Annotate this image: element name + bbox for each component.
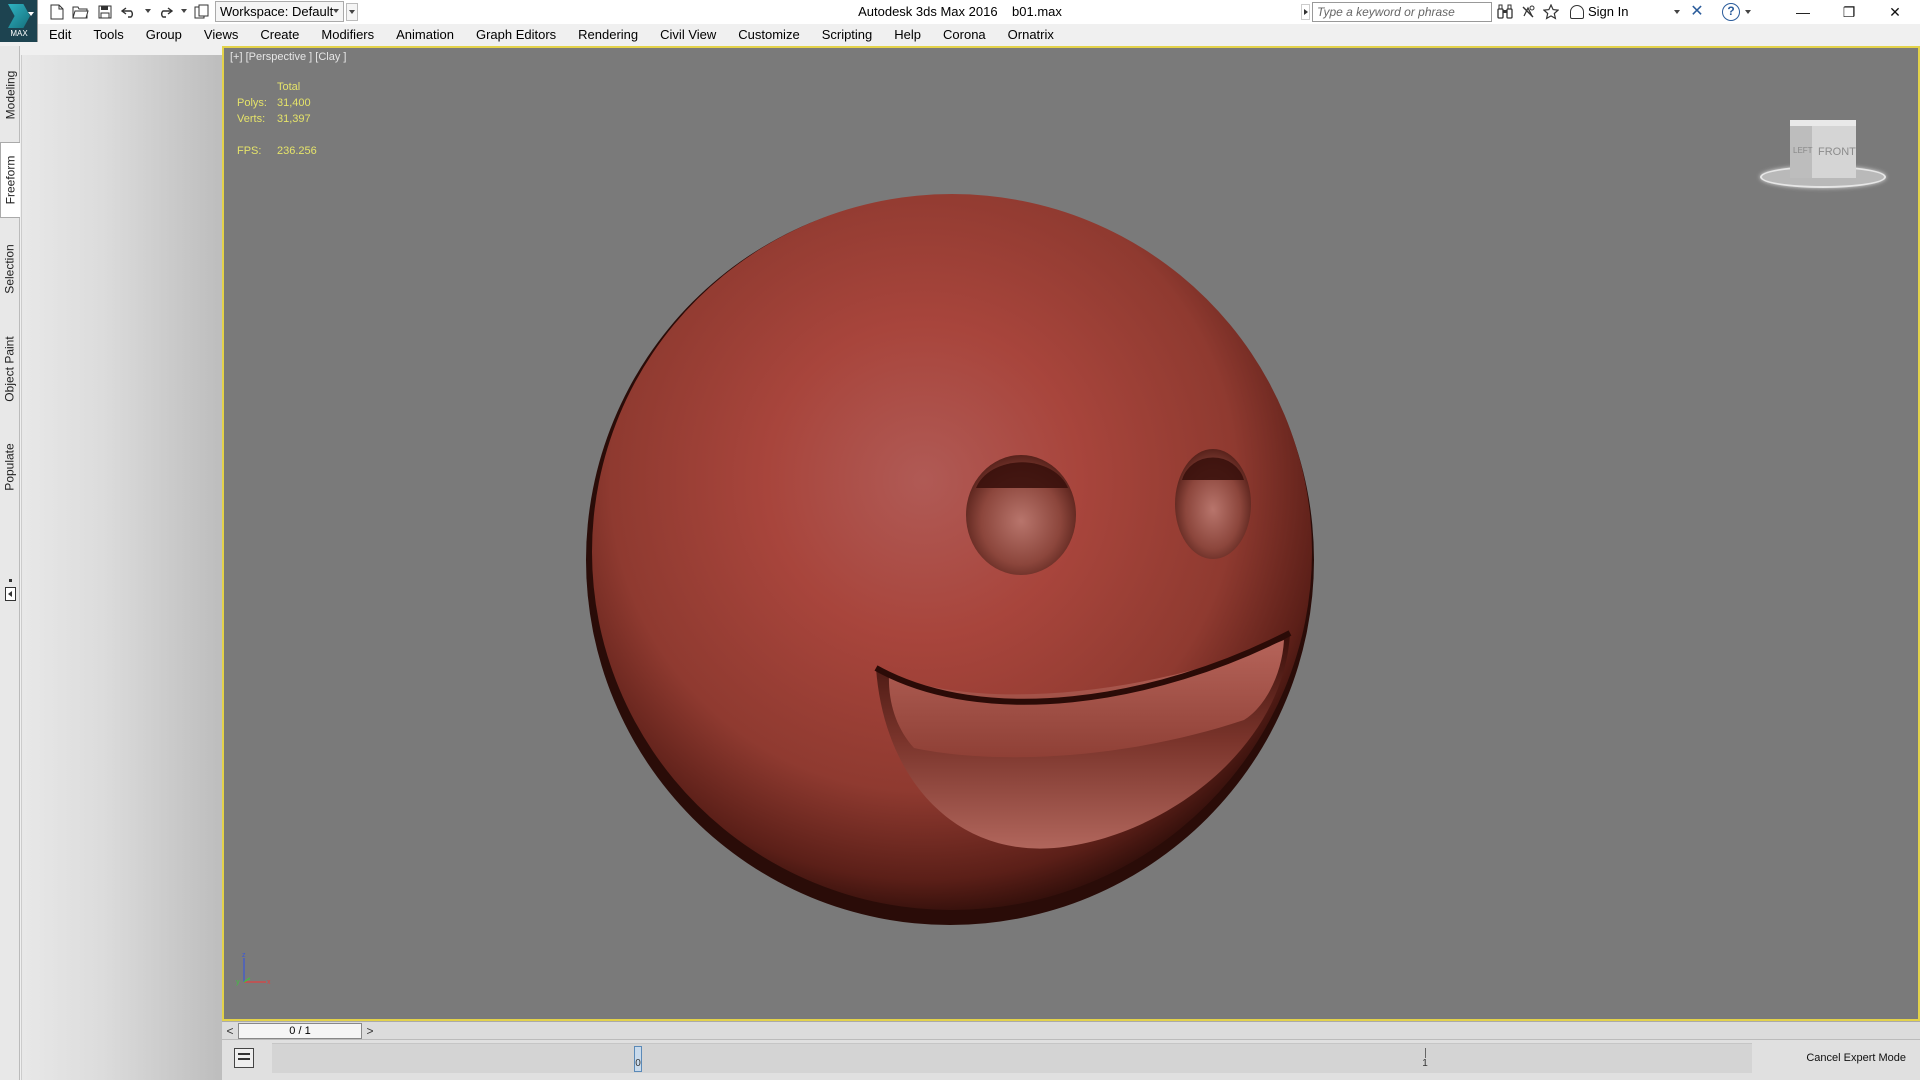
undo-dropdown-icon[interactable]: [145, 9, 151, 13]
binoculars-icon[interactable]: [1495, 2, 1515, 22]
user-icon: [1570, 4, 1584, 19]
project-icon[interactable]: [193, 3, 211, 21]
menu-corona[interactable]: Corona: [932, 24, 997, 46]
menu-graph-editors[interactable]: Graph Editors: [465, 24, 567, 46]
stats-fps-value: 236.256: [277, 145, 317, 157]
redo-dropdown-icon[interactable]: [181, 9, 187, 13]
menu-views[interactable]: Views: [193, 24, 249, 46]
chevron-down-icon[interactable]: [1745, 10, 1751, 14]
stats-polys-label: Polys:: [237, 97, 267, 109]
undo-icon[interactable]: [120, 3, 138, 21]
stats-polys-value: 31,400: [277, 97, 311, 109]
open-file-icon[interactable]: [71, 3, 89, 21]
time-slider[interactable]: < 0 / 1 >: [222, 1021, 1920, 1039]
tab-freeform[interactable]: Freeform: [0, 142, 20, 218]
tab-selection[interactable]: Selection: [0, 234, 20, 304]
menu-modifiers[interactable]: Modifiers: [310, 24, 385, 46]
menu-create[interactable]: Create: [249, 24, 310, 46]
stats-fps-label: FPS:: [237, 145, 262, 157]
chevron-down-icon: [333, 9, 339, 13]
track-tick-mark: [1425, 1048, 1426, 1058]
view-cube-front-label: FRONT: [1818, 146, 1856, 158]
redo-icon[interactable]: [156, 3, 174, 21]
chevron-down-icon[interactable]: [1674, 10, 1680, 14]
stats-total-header: Total: [277, 81, 301, 93]
mini-curve-editor-icon[interactable]: [234, 1048, 254, 1068]
track-tick-label-start: 0: [635, 1058, 641, 1069]
track-bar-timeline[interactable]: 0 1: [272, 1043, 1752, 1073]
smiley-model[interactable]: [224, 48, 1918, 1019]
axis-y-label: y: [236, 979, 240, 986]
tab-object-paint-label: Object Paint: [3, 336, 17, 402]
file-name: b01.max: [1012, 4, 1062, 19]
ribbon-expand-button[interactable]: [5, 579, 16, 603]
sign-in-label: Sign In: [1588, 4, 1629, 19]
ribbon-expand-icon: [5, 587, 16, 601]
star-icon[interactable]: [1541, 2, 1561, 22]
tab-populate[interactable]: Populate: [0, 432, 20, 502]
search-expand-button[interactable]: [1301, 4, 1310, 20]
ribbon-tab-strip: Modeling Freeform Selection Object Paint…: [0, 46, 20, 1080]
tab-modeling-label: Modeling: [3, 70, 18, 120]
tab-object-paint[interactable]: Object Paint: [0, 324, 20, 414]
app-logo-text: MAX: [10, 29, 28, 38]
menu-scripting[interactable]: Scripting: [811, 24, 884, 46]
workspace-menu-button[interactable]: [346, 3, 358, 21]
time-slider-thumb[interactable]: 0 / 1: [238, 1023, 362, 1039]
menu-customize[interactable]: Customize: [727, 24, 810, 46]
save-icon[interactable]: [96, 3, 114, 21]
menu-civil-view[interactable]: Civil View: [649, 24, 727, 46]
stats-verts-label: Verts:: [237, 113, 266, 125]
perspective-viewport[interactable]: [+] [Perspective ] [Clay ] Total Polys: …: [222, 46, 1920, 1021]
tab-populate-label: Populate: [3, 443, 17, 491]
tab-selection-label: Selection: [3, 244, 17, 294]
axis-tripod-icon: z x y: [236, 952, 271, 986]
new-file-icon[interactable]: [48, 3, 66, 21]
left-eye: [966, 455, 1076, 575]
window-title: Autodesk 3ds Max 2016 b01.max: [660, 4, 1260, 19]
autodesk-exchange-icon[interactable]: ✕: [1688, 3, 1706, 21]
app-logo-button[interactable]: MAX: [0, 0, 38, 42]
menu-help[interactable]: Help: [883, 24, 932, 46]
restore-button[interactable]: ❐: [1826, 0, 1872, 24]
menu-ornatrix[interactable]: Ornatrix: [997, 24, 1065, 46]
axis-z-label: z: [242, 952, 246, 959]
menu-rendering[interactable]: Rendering: [567, 24, 649, 46]
sign-in-button[interactable]: Sign In: [1570, 4, 1628, 19]
stats-verts-value: 31,397: [277, 113, 311, 125]
workspace-dropdown[interactable]: Workspace: Default: [215, 1, 344, 22]
menu-bar: Edit Tools Group Views Create Modifiers …: [38, 24, 1920, 46]
cancel-expert-mode-button[interactable]: Cancel Expert Mode: [1806, 1052, 1906, 1064]
axis-x-label: x: [267, 979, 271, 986]
time-slider-next-button[interactable]: >: [362, 1023, 378, 1039]
track-tick-label-end: 1: [1422, 1058, 1428, 1069]
tab-modeling[interactable]: Modeling: [0, 60, 20, 130]
close-button[interactable]: ✕: [1872, 0, 1918, 24]
workspace-label: Workspace: Default: [220, 4, 334, 19]
app-title: Autodesk 3ds Max 2016: [858, 4, 998, 19]
ribbon-dot-icon: [9, 579, 12, 582]
chevron-down-icon: [28, 12, 34, 16]
view-cube[interactable]: LEFT FRONT: [1754, 108, 1894, 208]
track-bar: 0 1 Cancel Expert Mode: [222, 1039, 1920, 1080]
search-input[interactable]: [1312, 2, 1492, 22]
viewport-label[interactable]: [+] [Perspective ] [Clay ]: [230, 51, 346, 63]
title-bar: MAX Workspace: Default Autodesk 3ds Max …: [0, 0, 1920, 42]
menu-tools[interactable]: Tools: [82, 24, 134, 46]
ribbon-panel: [21, 55, 222, 1080]
max-logo-icon: [8, 4, 30, 28]
help-icon[interactable]: ?: [1722, 3, 1740, 21]
time-slider-prev-button[interactable]: <: [222, 1023, 238, 1039]
communication-center-icon[interactable]: [1518, 2, 1538, 22]
menu-animation[interactable]: Animation: [385, 24, 465, 46]
menu-edit[interactable]: Edit: [38, 24, 82, 46]
view-cube-left-label: LEFT: [1793, 146, 1813, 155]
tab-freeform-label: Freeform: [3, 155, 18, 205]
minimize-button[interactable]: —: [1780, 0, 1826, 24]
menu-group[interactable]: Group: [135, 24, 193, 46]
right-eye: [1175, 449, 1251, 559]
